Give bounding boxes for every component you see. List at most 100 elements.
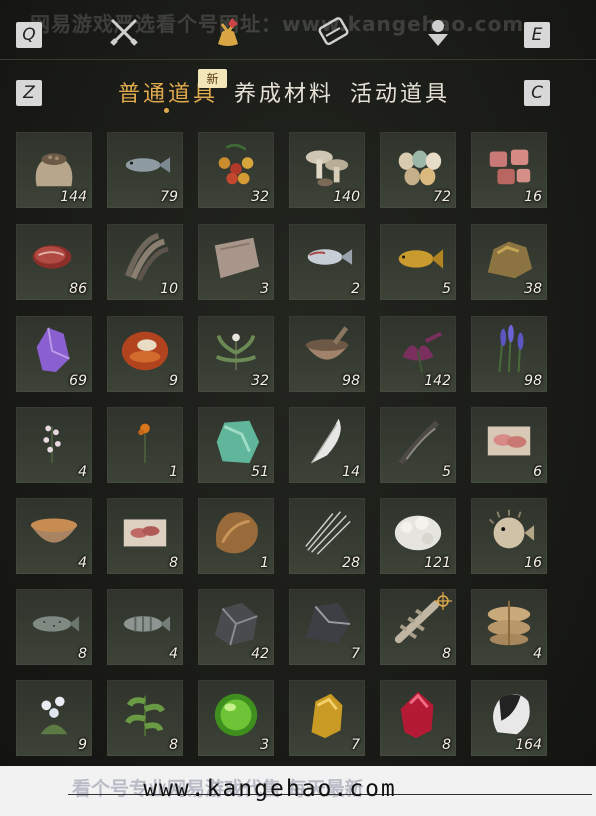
feathers-icon: [124, 232, 169, 282]
herb-icon: [215, 333, 257, 371]
item-count: 3: [260, 737, 269, 753]
inventory-slot[interactable]: 86: [16, 224, 92, 300]
inventory-slot[interactable]: 9: [107, 316, 183, 392]
soup-bowl-icon: [30, 518, 78, 543]
item-count: 7: [351, 737, 360, 753]
inventory-slot[interactable]: 7: [289, 680, 365, 756]
mortar-icon: [305, 326, 349, 360]
jade-stone-icon: [216, 420, 260, 464]
inventory-slot[interactable]: 42: [198, 589, 274, 665]
inventory-slot[interactable]: 9: [16, 680, 92, 756]
inventory-slot[interactable]: 8: [107, 498, 183, 574]
item-count: 8: [442, 737, 451, 753]
inventory-slot[interactable]: 4: [16, 498, 92, 574]
mushrooms-icon: [305, 150, 349, 187]
inventory-slot[interactable]: 8: [16, 589, 92, 665]
quills-icon: [305, 511, 351, 555]
inventory-slot[interactable]: 164: [471, 680, 547, 756]
item-count: 10: [160, 281, 178, 297]
inventory-slot[interactable]: 69: [16, 316, 92, 392]
item-count: 98: [524, 373, 542, 389]
inventory-slot[interactable]: 72: [380, 132, 456, 208]
purple-flower-icon: [402, 331, 443, 373]
item-count: 4: [78, 464, 87, 480]
inventory-slot[interactable]: 32: [198, 316, 274, 392]
tab-event-items[interactable]: 活动道具: [350, 76, 450, 110]
inventory-slot[interactable]: 28: [289, 498, 365, 574]
inventory-slot[interactable]: 144: [16, 132, 92, 208]
bag-icon[interactable]: [210, 14, 246, 50]
inventory-slot[interactable]: 121: [380, 498, 456, 574]
category-tabs: 普通道具 养成材料 活动道具: [118, 76, 450, 110]
inventory-slot[interactable]: 98: [289, 316, 365, 392]
inventory-slot[interactable]: 7: [289, 589, 365, 665]
inventory-slot[interactable]: 51: [198, 407, 274, 483]
target-marker-icon: [434, 592, 452, 610]
inventory-slot[interactable]: 38: [471, 224, 547, 300]
item-count: 7: [351, 646, 360, 662]
item-count: 4: [169, 646, 178, 662]
inventory-slot[interactable]: 142: [380, 316, 456, 392]
amethyst-icon: [36, 327, 70, 373]
item-count: 8: [78, 646, 87, 662]
tab-cultivation-materials[interactable]: 养成材料: [234, 76, 334, 110]
item-count: 86: [69, 281, 87, 297]
orange-flower-icon: [138, 423, 150, 464]
item-count: 8: [169, 555, 178, 571]
key-hint-e[interactable]: E: [524, 22, 550, 48]
item-count: 8: [169, 737, 178, 753]
item-count: 3: [260, 281, 269, 297]
inventory-slot[interactable]: 32: [198, 132, 274, 208]
key-hint-c[interactable]: C: [524, 80, 550, 106]
new-badge: 新: [198, 69, 227, 88]
sliced-meat-icon: [123, 519, 167, 547]
item-count: 140: [333, 189, 360, 205]
inventory-slot[interactable]: 5: [380, 224, 456, 300]
inventory-slot[interactable]: 8: [107, 680, 183, 756]
inventory-slot[interactable]: 98: [471, 316, 547, 392]
sandbag-bundle-icon: [487, 600, 531, 646]
green-orb-icon: [214, 693, 258, 737]
dark-ore-icon: [305, 602, 351, 644]
item-count: 42: [251, 646, 269, 662]
crossed-swords-icon[interactable]: [106, 14, 142, 50]
white-flower-bush-icon: [40, 696, 68, 735]
item-count: 98: [342, 373, 360, 389]
inventory-slot[interactable]: 4: [16, 407, 92, 483]
inventory-slot[interactable]: 10: [107, 224, 183, 300]
item-count: 16: [524, 555, 542, 571]
item-count: 14: [342, 464, 360, 480]
item-count: 16: [524, 189, 542, 205]
item-count: 32: [251, 189, 269, 205]
inventory-slot[interactable]: 16: [471, 498, 547, 574]
inventory-slot[interactable]: 3: [198, 224, 274, 300]
inventory-slot[interactable]: 5: [380, 407, 456, 483]
inventory-slot[interactable]: 1: [107, 407, 183, 483]
gem-icon[interactable]: [420, 14, 456, 50]
inventory-slot[interactable]: 14: [289, 407, 365, 483]
inventory-slot[interactable]: 79: [107, 132, 183, 208]
silver-fish-icon: [307, 249, 353, 265]
item-count: 1: [260, 555, 269, 571]
footer-url: www.kangehao.com: [143, 776, 397, 802]
dark-feather-icon: [398, 420, 440, 465]
item-count: 142: [424, 373, 451, 389]
fish-icon: [125, 157, 171, 173]
scroll-icon[interactable]: [316, 14, 352, 50]
inventory-slot[interactable]: 1: [198, 498, 274, 574]
ore-lump-icon: [487, 241, 533, 279]
inventory-slot[interactable]: 4: [471, 589, 547, 665]
inventory-slot[interactable]: 140: [289, 132, 365, 208]
inventory-slot[interactable]: 8: [380, 680, 456, 756]
inventory-slot[interactable]: 2: [289, 224, 365, 300]
inventory-slot[interactable]: 3: [198, 680, 274, 756]
inventory-slot[interactable]: 4: [107, 589, 183, 665]
header-divider: [0, 59, 596, 60]
inventory-slot[interactable]: 6: [471, 407, 547, 483]
perch-icon: [123, 616, 171, 632]
inventory-slot[interactable]: 16: [471, 132, 547, 208]
iron-ore-icon: [214, 602, 258, 646]
key-hint-z[interactable]: Z: [16, 80, 42, 106]
key-hint-q[interactable]: Q: [16, 22, 42, 48]
lavender-icon: [498, 324, 524, 373]
